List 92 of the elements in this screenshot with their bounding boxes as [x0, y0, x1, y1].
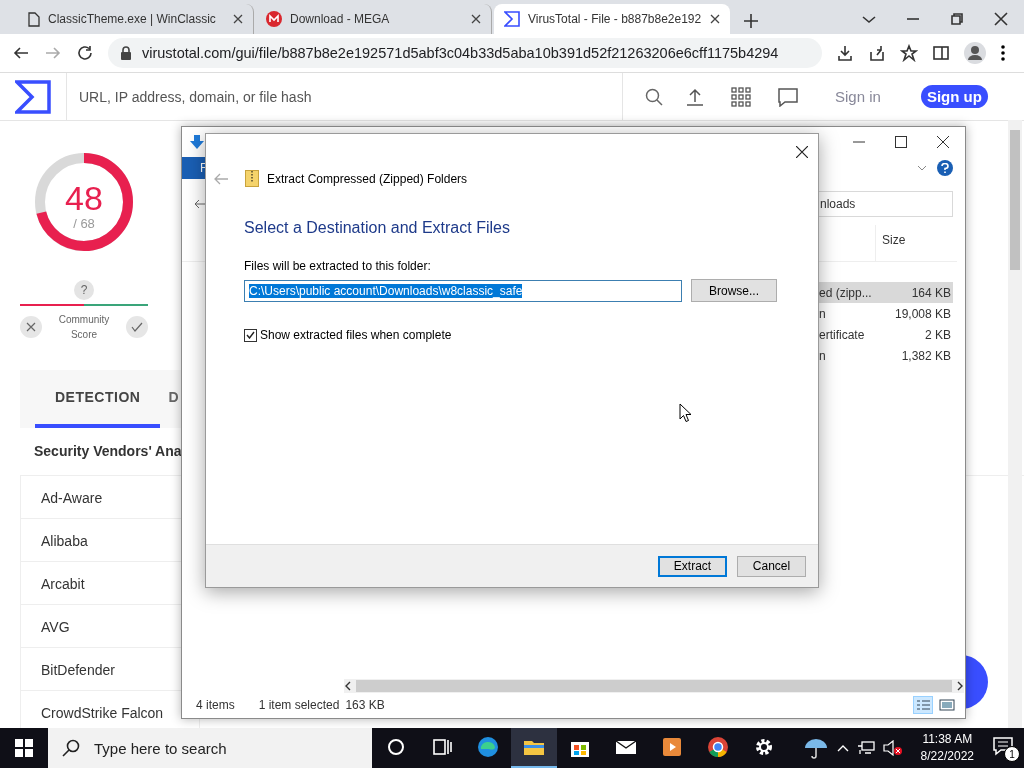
upload-icon[interactable]	[685, 86, 705, 107]
page-icon	[28, 11, 40, 27]
clock-time[interactable]: 11:38 AM	[920, 731, 974, 748]
clock-date[interactable]: 8/22/2022	[920, 748, 974, 765]
search-icon[interactable]	[645, 87, 663, 106]
grid-icon[interactable]	[731, 86, 751, 107]
file-name: ertificate	[819, 327, 866, 342]
close-icon[interactable]	[937, 136, 949, 148]
engine-total: / 68	[73, 216, 95, 231]
section-tab[interactable]: D	[160, 370, 179, 428]
thumbnail-view-icon[interactable]	[937, 696, 957, 714]
network-icon[interactable]	[856, 740, 875, 756]
windows-start-icon[interactable]	[15, 739, 33, 757]
help-icon[interactable]	[937, 160, 953, 176]
download-icon[interactable]	[836, 44, 854, 62]
column-header[interactable]: Size	[875, 225, 952, 261]
scrollbar[interactable]	[1008, 120, 1022, 728]
search-field[interactable]: URL, IP address, domain, or file hash	[66, 73, 623, 120]
browser-tab[interactable]: Download - MEGA	[256, 4, 492, 34]
reload-icon[interactable]	[76, 44, 94, 62]
community-score-label: Community Score	[57, 313, 111, 342]
file-name: n	[819, 348, 827, 363]
vote-down-button[interactable]	[20, 316, 42, 338]
sign-in-link[interactable]: Sign in	[835, 88, 881, 105]
close-icon[interactable]	[471, 14, 481, 24]
zip-folder-icon	[245, 170, 259, 187]
chat-icon[interactable]	[777, 86, 799, 107]
file-size: 164 KB	[911, 285, 952, 300]
back-icon[interactable]	[194, 199, 206, 209]
logo-icon	[266, 11, 282, 27]
restore-icon[interactable]	[948, 10, 966, 28]
close-icon[interactable]	[233, 14, 243, 24]
cross-icon	[26, 322, 36, 332]
new-tab-icon[interactable]	[744, 14, 758, 28]
dialog-title: Extract Compressed (Zipped) Folders	[267, 171, 468, 186]
check-icon	[131, 322, 143, 332]
vote-up-button[interactable]	[126, 316, 148, 338]
share-icon[interactable]	[868, 44, 886, 62]
scroll-right-icon[interactable]	[956, 681, 964, 691]
download-arrow-icon	[190, 135, 204, 149]
checkbox-label: Show extracted files when complete	[260, 328, 452, 342]
unknown-score-badge: ?	[74, 280, 94, 300]
sign-up-button[interactable]: Sign up	[920, 85, 988, 108]
chevron-logo-icon[interactable]	[15, 79, 51, 114]
star-icon[interactable]	[900, 44, 918, 62]
chevron-logo-icon	[504, 11, 520, 27]
dialog-heading: Select a Destination and Extract Files	[244, 219, 511, 237]
taskbar-search-field[interactable]: Type here to search	[48, 728, 372, 768]
file-size: 19,008 KB	[894, 306, 952, 321]
media-player-icon[interactable]	[660, 735, 684, 759]
profile-avatar-icon[interactable]	[964, 42, 986, 64]
file-row[interactable]: ertificate 2 KB	[819, 324, 953, 345]
umbrella-icon[interactable]	[802, 736, 829, 760]
close-icon[interactable]	[796, 146, 808, 158]
menu-icon[interactable]	[1000, 44, 1006, 62]
browser-icon[interactable]	[476, 735, 500, 759]
dialog-button[interactable]: Extract	[658, 555, 727, 577]
file-size: 1,382 KB	[901, 348, 952, 363]
checkbox[interactable]	[244, 328, 257, 342]
section-tab[interactable]: DETECTION	[35, 370, 161, 428]
scroll-left-icon[interactable]	[344, 681, 352, 691]
close-icon[interactable]	[710, 14, 720, 24]
chevron-up-icon[interactable]	[836, 744, 849, 752]
file-row[interactable]: n 19,008 KB	[819, 303, 953, 324]
browser-tab[interactable]: ClassicTheme.exe | WinClassic	[18, 4, 254, 34]
maximize-icon[interactable]	[895, 136, 907, 148]
sidebar-icon[interactable]	[932, 44, 950, 62]
detection-count: 48	[65, 179, 103, 217]
close-icon[interactable]	[992, 10, 1010, 28]
selection-count: 1 item selected	[258, 698, 340, 712]
selection-size: 163 KB	[345, 698, 385, 712]
notification-icon[interactable]	[992, 736, 1014, 756]
browser-icon[interactable]	[706, 735, 730, 759]
address-bar[interactable]: virustotal.com/gui/file/b887b8e2e192571d5abf3c04b33d5aba10b391d52f21263206e6cff1175b4294	[108, 38, 822, 68]
field-label: Files will be extracted to this folder:	[244, 259, 432, 273]
browse-button[interactable]: Browse...	[691, 279, 777, 302]
horizontal-scrollbar[interactable]	[344, 679, 964, 693]
item-count: 4 items	[196, 698, 235, 712]
file-size: 2 KB	[925, 327, 952, 342]
file-row[interactable]: ed (zipp... 164 KB	[819, 282, 953, 303]
lock-icon	[120, 46, 132, 60]
muted-speaker-icon[interactable]	[882, 740, 903, 756]
file-name: ed (zipp...	[819, 285, 873, 300]
file-row[interactable]: n 1,382 KB	[819, 345, 953, 366]
search-icon	[62, 739, 80, 757]
browser-tab[interactable]: VirusTotal - File - b887b8e2e192	[494, 4, 730, 34]
path-field[interactable]: C:\Users\public account\Downloads\w8classic_safe	[244, 279, 682, 302]
file-name: n	[819, 306, 827, 321]
dialog-button[interactable]: Cancel	[737, 555, 806, 577]
mouse-pointer-icon	[679, 403, 692, 423]
search-field[interactable]: nloads	[817, 191, 953, 217]
notification-count: 1	[1004, 746, 1020, 762]
